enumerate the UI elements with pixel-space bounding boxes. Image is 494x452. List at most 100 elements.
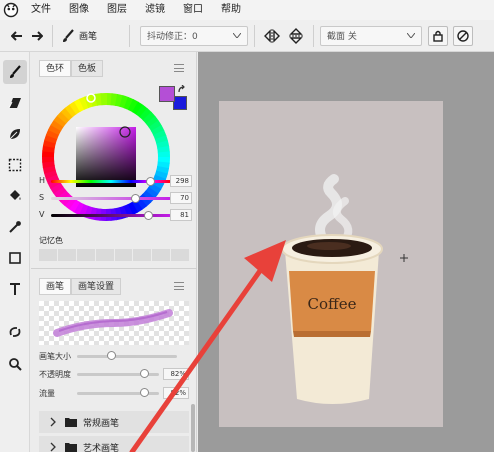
brush-category-label: 常规画笔	[83, 418, 120, 429]
app-logo-icon	[0, 0, 22, 20]
flip-vertical-icon	[289, 27, 303, 44]
tab-color-ring[interactable]: 色环	[39, 60, 72, 77]
background-color-swatch[interactable]	[173, 96, 187, 110]
brush-tabs: 画笔 画笔设置	[39, 278, 122, 295]
opacity-value-field[interactable]: 82%	[163, 368, 189, 380]
brush-icon	[63, 28, 74, 42]
toolbar-divider	[254, 24, 255, 47]
symmetry-select[interactable]: 截面 关	[320, 25, 422, 46]
s-value-field[interactable]: 70	[170, 192, 192, 204]
menu-bar: 文件 图像 图层 滤镜 窗口 帮助	[0, 0, 494, 20]
app-window: 文件 图像 图层 滤镜 窗口 帮助 画笔 抖动修正：0 截面 关 色环 色板 H…	[0, 0, 494, 452]
v-value-field[interactable]: 81	[170, 209, 192, 221]
rotate-icon	[9, 327, 21, 337]
cup-label-text: Coffee	[308, 295, 357, 313]
memory-color-slot[interactable]	[57, 249, 76, 261]
lock-icon	[433, 30, 443, 42]
menu-help[interactable]: 帮助	[212, 0, 250, 20]
flip-horizontal-icon	[264, 28, 280, 43]
flip-horizontal-button[interactable]	[261, 26, 283, 46]
symmetry-value: 截面 关	[327, 32, 357, 42]
toolbar-divider	[129, 24, 130, 47]
lock-button[interactable]	[428, 25, 448, 46]
chevron-right-icon	[50, 417, 56, 427]
stabilizer-value: 抖动修正：0	[147, 32, 198, 42]
menu-window[interactable]: 窗口	[174, 0, 212, 20]
panel-scrollbar[interactable]	[191, 404, 195, 452]
brush-category-row[interactable]: 艺术画笔	[39, 436, 189, 452]
flow-knob[interactable]	[139, 388, 149, 397]
menu-file[interactable]: 文件	[22, 0, 60, 20]
tool-smudge[interactable]	[3, 122, 27, 146]
redo-button[interactable]	[28, 26, 46, 46]
color-wheel[interactable]	[39, 90, 173, 224]
memory-color-slot[interactable]	[114, 249, 133, 261]
toolbar-divider	[313, 24, 314, 47]
opacity-knob[interactable]	[139, 369, 149, 378]
s-slider-label: S	[39, 193, 45, 202]
tool-shape[interactable]	[3, 246, 27, 270]
s-slider-knob[interactable]	[130, 194, 140, 203]
paint-bucket-icon	[10, 190, 21, 200]
tool-text[interactable]	[3, 277, 27, 301]
ban-icon	[457, 29, 469, 42]
redo-icon	[32, 30, 43, 41]
tool-eyedropper[interactable]	[3, 215, 27, 239]
tab-color-swatch[interactable]: 色板	[71, 60, 104, 77]
brush-panel-menu-icon[interactable]	[174, 282, 184, 290]
tab-brush-settings[interactable]: 画笔设置	[71, 278, 122, 295]
eyedropper-icon	[9, 221, 21, 233]
memory-color-slot[interactable]	[133, 249, 152, 261]
color-tabs: 色环 色板	[39, 60, 104, 77]
panel-divider	[31, 268, 197, 269]
side-panel: 色环 色板 H 298 S 70 V 81 记忆色 画笔 画笔设置 画笔大小 不…	[31, 52, 197, 452]
toolbar-divider	[52, 24, 53, 47]
tool-select[interactable]	[3, 153, 27, 177]
brush-size-track[interactable]	[77, 355, 177, 358]
chevron-down-icon	[407, 33, 415, 38]
memory-color-slot[interactable]	[171, 249, 189, 261]
tab-brush[interactable]: 画笔	[39, 278, 72, 295]
folder-icon	[65, 443, 77, 452]
tool-brush[interactable]	[3, 60, 27, 84]
v-slider-track[interactable]	[51, 214, 171, 217]
disable-button[interactable]	[453, 25, 473, 46]
color-panel-menu-icon[interactable]	[174, 64, 184, 72]
stabilizer-select[interactable]: 抖动修正：0	[140, 25, 248, 46]
coffee-cup-illustration: Coffee	[281, 174, 383, 404]
tool-eraser[interactable]	[3, 91, 27, 115]
tool-strip	[0, 52, 30, 452]
brush-stroke-preview	[39, 301, 189, 345]
flow-value-field[interactable]: 82%	[163, 387, 189, 399]
canvas-workspace[interactable]: Coffee	[198, 52, 494, 452]
menu-filter[interactable]: 滤镜	[136, 0, 174, 20]
h-value-field[interactable]: 298	[170, 175, 192, 187]
v-slider-label: V	[39, 210, 45, 219]
swap-colors-icon[interactable]	[177, 85, 187, 95]
tool-transform[interactable]	[3, 320, 27, 344]
undo-icon	[11, 30, 22, 41]
s-slider-track[interactable]	[51, 197, 171, 200]
v-slider-knob[interactable]	[143, 211, 153, 220]
brush-icon	[10, 65, 21, 78]
tool-zoom[interactable]	[3, 352, 27, 376]
brush-label: 画笔	[79, 32, 98, 42]
chevron-right-icon	[50, 442, 56, 452]
flip-vertical-button[interactable]	[285, 26, 307, 46]
brush-tool-indicator[interactable]: 画笔	[59, 26, 123, 46]
foreground-color-swatch[interactable]	[159, 86, 175, 102]
menu-image[interactable]: 图像	[60, 0, 98, 20]
folder-icon	[65, 418, 77, 427]
memory-colors-label: 记忆色	[39, 236, 63, 245]
menu-layer[interactable]: 图层	[98, 0, 136, 20]
tool-fill[interactable]	[3, 184, 27, 208]
brush-category-row[interactable]: 常规画笔	[39, 411, 189, 433]
crosshair-cursor-icon	[400, 254, 408, 262]
memory-color-slot[interactable]	[76, 249, 95, 261]
memory-color-slot[interactable]	[152, 249, 171, 261]
memory-color-slot[interactable]	[95, 249, 114, 261]
undo-button[interactable]	[6, 26, 28, 46]
memory-color-slot[interactable]	[39, 249, 57, 261]
brush-size-knob[interactable]	[107, 351, 116, 360]
document-canvas[interactable]: Coffee	[219, 101, 443, 427]
